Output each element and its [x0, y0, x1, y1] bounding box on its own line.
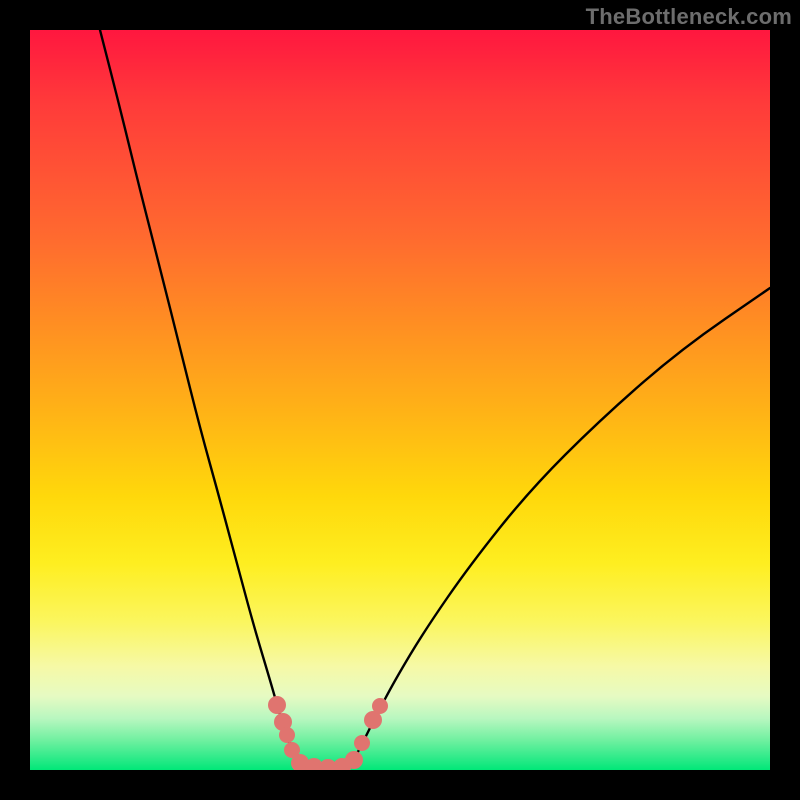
curve-layer [100, 30, 770, 769]
outer-frame: TheBottleneck.com [0, 0, 800, 800]
watermark-text: TheBottleneck.com [586, 4, 792, 30]
marker-dot [268, 696, 286, 714]
marker-dot [279, 727, 295, 743]
marker-dot [354, 735, 370, 751]
marker-layer [268, 696, 388, 770]
curve-left [100, 30, 302, 765]
plot-area [30, 30, 770, 770]
marker-dot [345, 751, 363, 769]
curve-right [351, 288, 770, 765]
chart-svg [30, 30, 770, 770]
marker-dot [372, 698, 388, 714]
